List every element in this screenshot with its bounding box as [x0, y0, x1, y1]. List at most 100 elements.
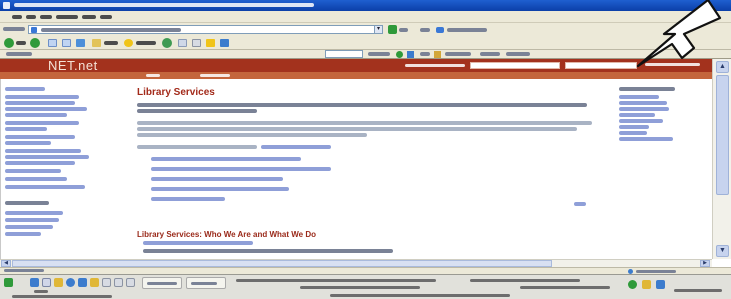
- leftnav-link[interactable]: [5, 225, 53, 229]
- quicklaunch-icon[interactable]: [102, 278, 111, 287]
- forward-arrow-icon[interactable]: [30, 38, 40, 48]
- header-search-input[interactable]: [470, 62, 560, 69]
- tray-icon[interactable]: [656, 280, 665, 289]
- taskbar-button[interactable]: [186, 277, 226, 289]
- menu-help[interactable]: [100, 15, 112, 19]
- page-content: Library Services Library Services: Who W…: [0, 79, 712, 259]
- history-icon[interactable]: [162, 38, 172, 48]
- horizontal-scrollbar[interactable]: ◀ ▶: [0, 259, 712, 267]
- start-icon[interactable]: [4, 278, 13, 287]
- service-link[interactable]: [151, 187, 289, 191]
- site-nav-bar: [0, 72, 712, 79]
- service-link[interactable]: [151, 177, 283, 181]
- leftnav-link[interactable]: [5, 169, 61, 173]
- address-input[interactable]: ▾: [28, 25, 383, 34]
- menu-view[interactable]: [40, 15, 52, 19]
- favorites-star-icon[interactable]: [124, 39, 133, 47]
- search-icon[interactable]: [92, 39, 101, 47]
- service-link[interactable]: [151, 157, 301, 161]
- toolbar-search-input[interactable]: [325, 50, 363, 58]
- toolbar-green-icon[interactable]: [396, 51, 403, 58]
- messenger-icon[interactable]: [220, 39, 229, 47]
- vertical-scrollbar[interactable]: ▲ ▼: [712, 59, 731, 259]
- leftnav-link[interactable]: [5, 107, 87, 111]
- leftnav-heading[interactable]: [5, 87, 45, 91]
- favorites-label-blurred: [136, 41, 156, 45]
- printer-icon[interactable]: [192, 39, 201, 47]
- hscroll-thumb[interactable]: [12, 260, 552, 267]
- leftnav-link[interactable]: [5, 177, 67, 181]
- rightnav-link[interactable]: [619, 107, 669, 111]
- quicklaunch-icon[interactable]: [42, 278, 51, 287]
- rightnav-link[interactable]: [619, 137, 673, 141]
- service-link[interactable]: [151, 197, 225, 201]
- quicklaunch-icon[interactable]: [54, 278, 63, 287]
- menu-edit[interactable]: [26, 15, 36, 19]
- go-button[interactable]: [388, 25, 410, 34]
- page-icon: [31, 27, 37, 33]
- site-nav-item-2[interactable]: [200, 74, 230, 77]
- service-link[interactable]: [151, 167, 331, 171]
- leftnav-link[interactable]: [5, 232, 41, 236]
- leftnav-link[interactable]: [5, 141, 51, 145]
- quicklaunch-icon[interactable]: [126, 278, 135, 287]
- search-label-blurred: [104, 41, 118, 45]
- scroll-down-icon[interactable]: ▼: [716, 245, 729, 257]
- quicklaunch-icon[interactable]: [114, 278, 123, 287]
- links-area[interactable]: [420, 26, 540, 33]
- site-logo[interactable]: NET.net: [48, 58, 98, 73]
- inline-link[interactable]: [261, 145, 331, 149]
- go-arrow-icon: [388, 25, 397, 34]
- toolbar-folder-icon[interactable]: [434, 51, 441, 58]
- rightnav-link[interactable]: [619, 119, 663, 123]
- taskbar-button[interactable]: [142, 277, 182, 289]
- menu-bar: [0, 11, 731, 23]
- section-link[interactable]: [143, 241, 253, 245]
- toolbar-blue-icon[interactable]: [407, 51, 414, 58]
- rightnav-link[interactable]: [619, 113, 655, 117]
- taskbar-text: [300, 286, 420, 289]
- leftnav-link[interactable]: [5, 161, 75, 165]
- scroll-left-icon[interactable]: ◀: [1, 260, 11, 267]
- quicklaunch-icon[interactable]: [90, 278, 99, 287]
- leftnav-link[interactable]: [5, 121, 79, 125]
- quicklaunch-icon[interactable]: [30, 278, 39, 287]
- mouse-pointer-icon: [636, 0, 722, 68]
- stop-icon[interactable]: [48, 39, 57, 47]
- edit-icon[interactable]: [206, 39, 215, 47]
- tray-icon[interactable]: [628, 280, 637, 289]
- address-dropdown-icon[interactable]: ▾: [374, 26, 382, 33]
- leftnav-link[interactable]: [5, 149, 81, 153]
- scroll-thumb[interactable]: [716, 75, 729, 195]
- back-arrow-icon[interactable]: [4, 38, 14, 48]
- scroll-right-icon[interactable]: ▶: [700, 260, 710, 267]
- status-text-blurred: [4, 269, 44, 272]
- mail-icon[interactable]: [178, 39, 187, 47]
- leftnav-link[interactable]: [5, 101, 75, 105]
- quicklaunch-icon[interactable]: [78, 278, 87, 287]
- leftnav-link[interactable]: [5, 211, 63, 215]
- leftnav-link[interactable]: [5, 218, 59, 222]
- refresh-icon[interactable]: [62, 39, 71, 47]
- rightnav-link[interactable]: [619, 125, 649, 129]
- rightnav-link[interactable]: [619, 131, 647, 135]
- header-scope-select[interactable]: [565, 62, 637, 69]
- quicklaunch-icon[interactable]: [66, 278, 75, 287]
- menu-tools[interactable]: [82, 15, 96, 19]
- menu-file[interactable]: [12, 15, 22, 19]
- site-nav-item-1[interactable]: [146, 74, 160, 77]
- leftnav-link[interactable]: [5, 185, 85, 189]
- tray-icon[interactable]: [642, 280, 651, 289]
- rightnav-link[interactable]: [619, 101, 667, 105]
- body-paragraph-line: [137, 133, 367, 137]
- leftnav-link[interactable]: [5, 127, 47, 131]
- back-to-top-link[interactable]: [574, 202, 586, 206]
- home-icon[interactable]: [76, 39, 85, 47]
- leftnav-link[interactable]: [5, 95, 79, 99]
- leftnav-link[interactable]: [5, 155, 89, 159]
- rightnav-link[interactable]: [619, 95, 659, 99]
- taskbar-text: [12, 295, 112, 298]
- leftnav-link[interactable]: [5, 135, 75, 139]
- leftnav-link[interactable]: [5, 113, 67, 117]
- menu-favorites[interactable]: [56, 15, 78, 19]
